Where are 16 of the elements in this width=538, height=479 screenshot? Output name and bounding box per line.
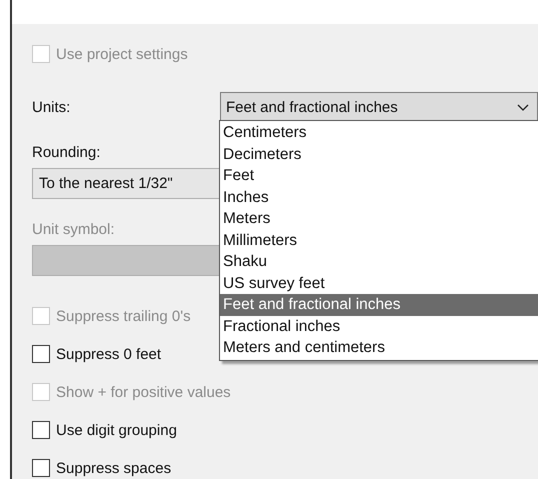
dropdown-option[interactable]: Fractional inches	[220, 316, 538, 337]
units-dropdown[interactable]: Feet and fractional inches	[220, 92, 538, 122]
dropdown-option[interactable]: Feet and fractional inches	[220, 294, 538, 316]
checkbox-label: Show + for positive values	[56, 384, 231, 400]
checkbox[interactable]	[32, 421, 50, 439]
rounding-label: Rounding:	[32, 144, 100, 161]
unit-symbol-label: Unit symbol:	[32, 221, 115, 238]
checkbox-label: Suppress 0 feet	[56, 346, 162, 362]
checkbox[interactable]	[32, 345, 50, 363]
chevron-down-icon	[517, 104, 529, 110]
checkbox-label: Use digit grouping	[56, 422, 177, 438]
checkbox[interactable]	[32, 459, 50, 477]
units-label: Units:	[32, 98, 72, 116]
checkbox-label: Suppress trailing 0's	[56, 308, 191, 324]
checkbox-label: Suppress spaces	[56, 460, 172, 476]
checkbox-label: Use project settings	[56, 46, 188, 62]
